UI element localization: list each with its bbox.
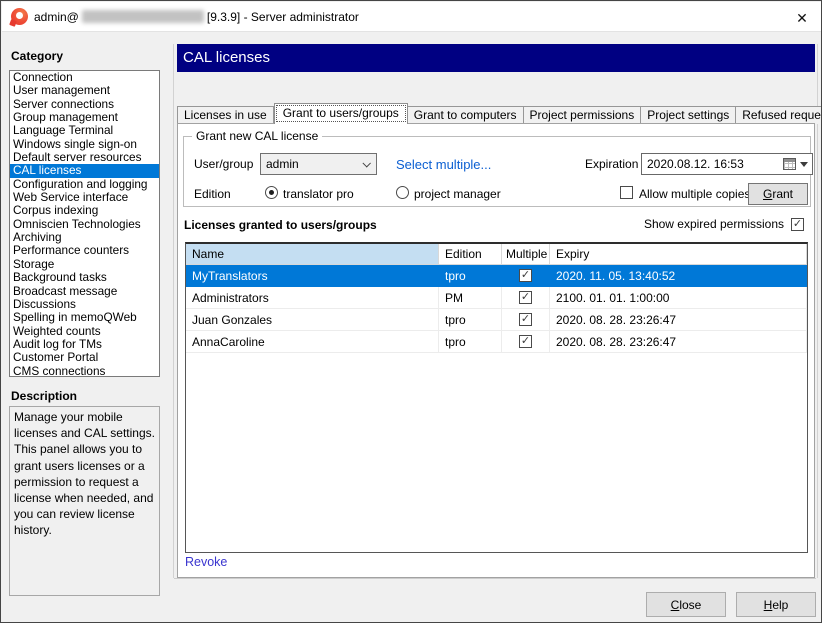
sidebar-item-spelling-in-memoqweb[interactable]: Spelling in memoQWeb bbox=[10, 311, 159, 324]
table-row[interactable]: Administrators PM ✓ 2100. 01. 01. 1:00:0… bbox=[186, 287, 807, 309]
multiple-checkbox[interactable]: ✓ bbox=[519, 269, 532, 282]
radio-translator-pro[interactable] bbox=[265, 186, 278, 199]
sidebar-item-user-management[interactable]: User management bbox=[10, 84, 159, 97]
column-header-edition[interactable]: Edition bbox=[439, 244, 502, 264]
tab-project-permissions[interactable]: Project permissions bbox=[524, 106, 642, 124]
groupbox-legend: Grant new CAL license bbox=[192, 129, 322, 143]
multiple-checkbox[interactable]: ✓ bbox=[519, 291, 532, 304]
allow-multiple-copies-checkbox[interactable] bbox=[620, 186, 633, 199]
sidebar-item-cms-connections[interactable]: CMS connections bbox=[10, 365, 159, 377]
sidebar-item-connection[interactable]: Connection bbox=[10, 71, 159, 84]
multiple-checkbox[interactable]: ✓ bbox=[519, 313, 532, 326]
revoke-link[interactable]: Revoke bbox=[185, 555, 227, 569]
sidebar-item-web-service-interface[interactable]: Web Service interface bbox=[10, 191, 159, 204]
close-icon[interactable]: ✕ bbox=[792, 8, 812, 28]
sidebar-item-audit-log-for-tms[interactable]: Audit log for TMs bbox=[10, 338, 159, 351]
column-header-name[interactable]: Name bbox=[186, 244, 439, 264]
help-button[interactable]: Help bbox=[736, 592, 816, 617]
window-title: admin@ [9.3.9] - Server administrator bbox=[34, 10, 359, 24]
title-user: admin@ bbox=[34, 10, 79, 24]
tab-licenses-in-use[interactable]: Licenses in use bbox=[177, 106, 274, 124]
sidebar-item-discussions[interactable]: Discussions bbox=[10, 298, 159, 311]
tab-refused-requests[interactable]: Refused requests bbox=[736, 106, 822, 124]
sidebar-item-group-management[interactable]: Group management bbox=[10, 111, 159, 124]
expiration-label: Expiration bbox=[585, 157, 638, 171]
description-text: Manage your mobile licenses and CAL sett… bbox=[9, 406, 160, 596]
server-administrator-dialog: admin@ [9.3.9] - Server administrator ✕ C… bbox=[0, 0, 822, 623]
redacted-server-name bbox=[82, 10, 204, 23]
expiration-value: 2020.08.12. 16:53 bbox=[647, 157, 744, 171]
sidebar-item-storage[interactable]: Storage bbox=[10, 258, 159, 271]
grant-button[interactable]: Grant bbox=[748, 183, 808, 205]
tab-page-grant-to-users-groups: Grant new CAL license User/group admin S… bbox=[177, 123, 815, 578]
sidebar-item-windows-single-sign-on[interactable]: Windows single sign-on bbox=[10, 138, 159, 151]
user-group-dropdown[interactable]: admin bbox=[260, 153, 377, 175]
left-separator bbox=[173, 44, 174, 578]
grant-new-cal-license-groupbox: Grant new CAL license User/group admin S… bbox=[183, 136, 811, 207]
multiple-checkbox[interactable]: ✓ bbox=[519, 335, 532, 348]
column-header-multiple[interactable]: Multiple bbox=[502, 244, 550, 264]
category-label: Category bbox=[11, 49, 63, 63]
sidebar-item-corpus-indexing[interactable]: Corpus indexing bbox=[10, 204, 159, 217]
sidebar-item-customer-portal[interactable]: Customer Portal bbox=[10, 351, 159, 364]
sidebar-item-cal-licenses[interactable]: CAL licenses bbox=[10, 164, 159, 177]
radio-translator-pro-label[interactable]: translator pro bbox=[283, 187, 354, 201]
granted-list-title: Licenses granted to users/groups bbox=[184, 218, 377, 232]
title-version: [9.3.9] - Server administrator bbox=[207, 10, 359, 24]
table-row[interactable]: MyTranslators tpro ✓ 2020. 11. 05. 13:40… bbox=[186, 265, 807, 287]
user-group-value: admin bbox=[266, 157, 299, 171]
table-header-row: Name Edition Multiple Expiry bbox=[186, 244, 807, 265]
show-expired-permissions[interactable]: Show expired permissions ✓ bbox=[644, 217, 804, 231]
sidebar-item-performance-counters[interactable]: Performance counters bbox=[10, 244, 159, 257]
show-expired-checkbox[interactable]: ✓ bbox=[791, 218, 804, 231]
granted-licenses-table[interactable]: Name Edition Multiple Expiry MyTranslato… bbox=[185, 242, 808, 553]
sidebar-item-archiving[interactable]: Archiving bbox=[10, 231, 159, 244]
sidebar-item-server-connections[interactable]: Server connections bbox=[10, 98, 159, 111]
user-group-label: User/group bbox=[194, 157, 253, 171]
select-multiple-link[interactable]: Select multiple... bbox=[396, 157, 491, 172]
calendar-icon[interactable] bbox=[783, 158, 796, 170]
column-header-expiry[interactable]: Expiry bbox=[550, 244, 807, 264]
title-bar[interactable]: admin@ [9.3.9] - Server administrator ✕ bbox=[2, 2, 822, 32]
tab-grant-to-users-groups[interactable]: Grant to users/groups bbox=[274, 103, 408, 124]
tab-grant-to-computers[interactable]: Grant to computers bbox=[408, 106, 524, 124]
sidebar-item-language-terminal[interactable]: Language Terminal bbox=[10, 124, 159, 137]
edition-label: Edition bbox=[194, 187, 231, 201]
tab-strip: Licenses in use Grant to users/groups Gr… bbox=[177, 103, 815, 124]
category-listbox[interactable]: Connection User management Server connec… bbox=[9, 70, 160, 377]
close-button[interactable]: Close bbox=[646, 592, 726, 617]
sidebar-item-weighted-counts[interactable]: Weighted counts bbox=[10, 325, 159, 338]
radio-project-manager[interactable] bbox=[396, 186, 409, 199]
radio-project-manager-label[interactable]: project manager bbox=[414, 187, 501, 201]
sidebar-item-background-tasks[interactable]: Background tasks bbox=[10, 271, 159, 284]
chevron-down-icon bbox=[362, 159, 370, 167]
table-row[interactable]: Juan Gonzales tpro ✓ 2020. 08. 28. 23:26… bbox=[186, 309, 807, 331]
expiration-datepicker[interactable]: 2020.08.12. 16:53 bbox=[641, 153, 813, 175]
description-label: Description bbox=[11, 389, 77, 403]
allow-multiple-copies-label[interactable]: Allow multiple copies bbox=[639, 187, 750, 201]
table-row[interactable]: AnnaCaroline tpro ✓ 2020. 08. 28. 23:26:… bbox=[186, 331, 807, 353]
dropdown-arrow-icon[interactable] bbox=[800, 162, 808, 167]
sidebar-item-broadcast-message[interactable]: Broadcast message bbox=[10, 285, 159, 298]
page-title: CAL licenses bbox=[177, 44, 815, 72]
show-expired-label: Show expired permissions bbox=[644, 217, 784, 231]
sidebar-item-omniscien-technologies[interactable]: Omniscien Technologies bbox=[10, 218, 159, 231]
memoq-logo-icon bbox=[11, 8, 28, 25]
sidebar-item-default-server-resources[interactable]: Default server resources bbox=[10, 151, 159, 164]
footer-separator bbox=[174, 578, 816, 579]
right-separator bbox=[817, 44, 818, 578]
tab-project-settings[interactable]: Project settings bbox=[641, 106, 736, 124]
sidebar-item-configuration-and-logging[interactable]: Configuration and logging bbox=[10, 178, 159, 191]
